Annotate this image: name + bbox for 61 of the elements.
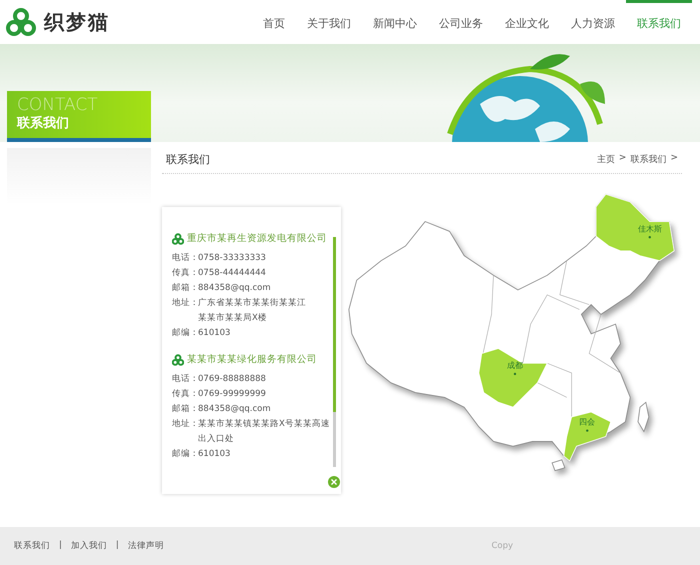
- island-drawing: [638, 402, 650, 433]
- field-label: 电话：: [172, 373, 198, 386]
- field-value: 610103: [198, 327, 230, 340]
- nav-item[interactable]: 人力资源: [560, 0, 626, 44]
- logo-icon: [172, 232, 184, 244]
- footer-link[interactable]: 加入我们: [70, 540, 107, 552]
- field-value: 884358@qq.com: [198, 403, 271, 416]
- highlighted-region[interactable]: [563, 412, 612, 462]
- breadcrumb-link[interactable]: 主页: [596, 153, 615, 166]
- field-value: 某某市某某局X楼: [198, 312, 268, 325]
- footer-separator: |: [116, 540, 119, 552]
- breadcrumb-link[interactable]: 联系我们: [630, 153, 666, 166]
- section-title: 联系我们: [17, 114, 70, 132]
- field-label: 邮箱：: [172, 282, 198, 295]
- field-label: 邮编：: [172, 327, 198, 340]
- footer-separator: |: [59, 540, 62, 552]
- field-value: 610103: [198, 448, 230, 461]
- island-drawing: [552, 459, 566, 472]
- logo-text: 织梦猫: [44, 8, 110, 36]
- field-label: 地址：: [172, 418, 198, 431]
- field-label: 邮编：: [172, 448, 198, 461]
- logo-icon: [6, 7, 36, 37]
- close-button[interactable]: [328, 476, 340, 488]
- field-value: 某某市某某镇某某路X号某某高速: [198, 418, 330, 431]
- footer-link[interactable]: 联系我们: [14, 540, 50, 552]
- city-label: 四会: [579, 418, 596, 427]
- breadcrumb-separator: >: [670, 153, 678, 165]
- scrollbar[interactable]: [333, 237, 336, 467]
- field-value: 广东省某某市某某街某某江: [198, 296, 306, 310]
- nav-item[interactable]: 新闻中心: [362, 0, 428, 44]
- logo-icon: [172, 354, 184, 366]
- highlighted-region[interactable]: [596, 194, 675, 262]
- city-marker: [514, 372, 516, 376]
- copyright-text: Copy: [491, 541, 513, 551]
- field-label: 邮箱：: [172, 403, 198, 416]
- page-title: 联系我们: [166, 152, 210, 167]
- highlighted-region[interactable]: [478, 348, 548, 408]
- company-name: 某某市某某绿化服务有限公司: [187, 353, 317, 366]
- field-label: 地址：: [172, 297, 198, 310]
- field-label: 传真：: [172, 388, 198, 401]
- breadcrumb-separator: >: [618, 153, 626, 165]
- nav-item[interactable]: 关于我们: [296, 0, 362, 44]
- field-value: 0758-44444444: [198, 267, 266, 280]
- company-name: 重庆市某再生资源发电有限公司: [187, 232, 327, 245]
- field-value: 出入口处: [198, 433, 235, 446]
- nav-item[interactable]: 企业文化: [494, 0, 560, 44]
- field-label: 电话：: [172, 252, 198, 265]
- section-title-english: CONTACT: [17, 96, 99, 114]
- field-value: 0758-33333333: [198, 252, 266, 265]
- city-label: 成都: [506, 361, 523, 370]
- city-marker: [586, 429, 588, 432]
- nav-item[interactable]: 公司业务: [428, 0, 494, 44]
- close-icon: [331, 479, 337, 485]
- field-value: 0769-88888888: [198, 373, 266, 386]
- field-value: 884358@qq.com: [198, 282, 271, 295]
- footer-link[interactable]: 法律声明: [128, 540, 164, 552]
- city-marker: [648, 236, 651, 238]
- field-value: 0769-99999999: [198, 388, 266, 401]
- city-label: 佳木斯: [638, 224, 662, 234]
- field-label: 传真：: [172, 267, 198, 280]
- nav-item[interactable]: 首页: [252, 0, 296, 44]
